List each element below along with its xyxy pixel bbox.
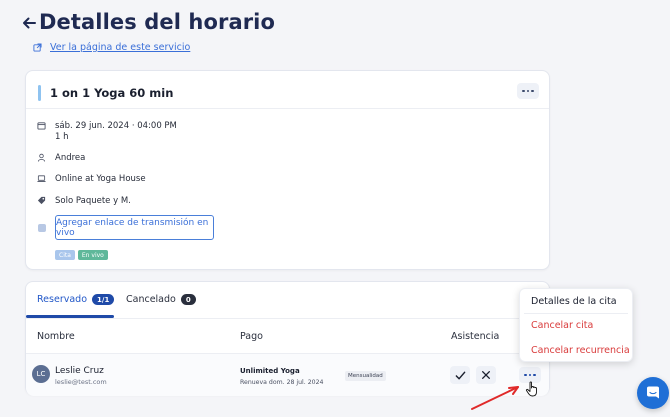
service-page-link[interactable]: Ver la página de este servicio xyxy=(50,42,190,53)
stream-icon xyxy=(38,224,46,232)
instructor-row: Andrea xyxy=(37,153,85,163)
attendee-tabs: Reservado 1/1 Cancelado 0 xyxy=(26,282,549,319)
appointment-duration: 1 h xyxy=(55,131,69,142)
add-stream-link-button[interactable]: Agregar enlace de transmisión en vivo xyxy=(55,215,214,240)
back-arrow-icon[interactable] xyxy=(20,14,38,32)
attendees-card: Reservado 1/1 Cancelado 0 Nombre Pago As… xyxy=(25,281,550,396)
tab-cancelado-label: Cancelado xyxy=(126,294,176,305)
annotation-arrow-icon xyxy=(471,386,519,410)
chat-icon xyxy=(647,386,659,399)
check-icon xyxy=(455,371,465,379)
plan-renewal: Renueva dom. 28 jul. 2024 xyxy=(240,379,324,386)
menu-item-appointment-details[interactable]: Detalles de la cita xyxy=(531,296,617,307)
appointment-title: 1 on 1 Yoga 60 min xyxy=(50,86,174,100)
menu-divider xyxy=(524,313,628,314)
laptop-icon xyxy=(37,175,46,182)
tab-reservado[interactable]: Reservado 1/1 xyxy=(37,294,115,305)
accent-bar xyxy=(38,85,41,101)
package-row: Solo Paquete y M. xyxy=(37,196,131,206)
package-text: Solo Paquete y M. xyxy=(55,196,131,206)
menu-item-cancel-appointment[interactable]: Cancelar cita xyxy=(531,320,593,331)
location-row: Online at Yoga House xyxy=(37,174,146,184)
user-icon xyxy=(37,153,46,162)
appointment-date: sáb. 29 jun. 2024 · 04:00 PM xyxy=(55,121,177,131)
tab-reservado-count: 1/1 xyxy=(92,294,115,305)
column-header-pago: Pago xyxy=(240,331,263,342)
tag-icon xyxy=(37,196,46,205)
location-text: Online at Yoga House xyxy=(55,174,146,184)
mark-attended-button[interactable] xyxy=(450,366,470,384)
tag-en-vivo: En vivo xyxy=(77,250,108,260)
appointment-card: 1 on 1 Yoga 60 min sáb. 29 jun. 2024 · 0… xyxy=(25,70,550,270)
plan-type-badge: Mensualidad xyxy=(345,371,386,381)
appointment-more-button[interactable] xyxy=(517,83,539,99)
column-header-nombre: Nombre xyxy=(37,331,75,342)
calendar-icon xyxy=(37,122,46,130)
tab-cancelado[interactable]: Cancelado 0 xyxy=(126,294,196,305)
date-row: sáb. 29 jun. 2024 · 04:00 PM 1 h xyxy=(37,121,177,142)
active-tab-indicator xyxy=(26,315,114,318)
avatar: LC xyxy=(32,365,50,383)
plan-name: Unlimited Yoga xyxy=(240,367,300,375)
tab-cancelado-count: 0 xyxy=(180,294,196,305)
external-link-icon xyxy=(33,43,42,52)
client-email: leslie@test.com xyxy=(55,378,107,386)
tab-reservado-label: Reservado xyxy=(37,294,88,305)
page-title: Detalles del horario xyxy=(39,10,276,34)
row-actions-menu: Detalles de la cita Cancelar cita Cancel… xyxy=(519,288,633,362)
close-icon xyxy=(482,371,490,379)
chat-support-button[interactable] xyxy=(637,377,669,409)
hand-cursor-icon xyxy=(525,381,537,397)
column-header-asistencia: Asistencia xyxy=(451,331,500,342)
mark-absent-button[interactable] xyxy=(476,366,496,384)
client-name[interactable]: Leslie Cruz xyxy=(55,366,104,376)
instructor-name: Andrea xyxy=(55,153,86,163)
tag-cita: Cita xyxy=(55,250,75,260)
menu-item-cancel-recurrence[interactable]: Cancelar recurrencia xyxy=(531,345,630,356)
